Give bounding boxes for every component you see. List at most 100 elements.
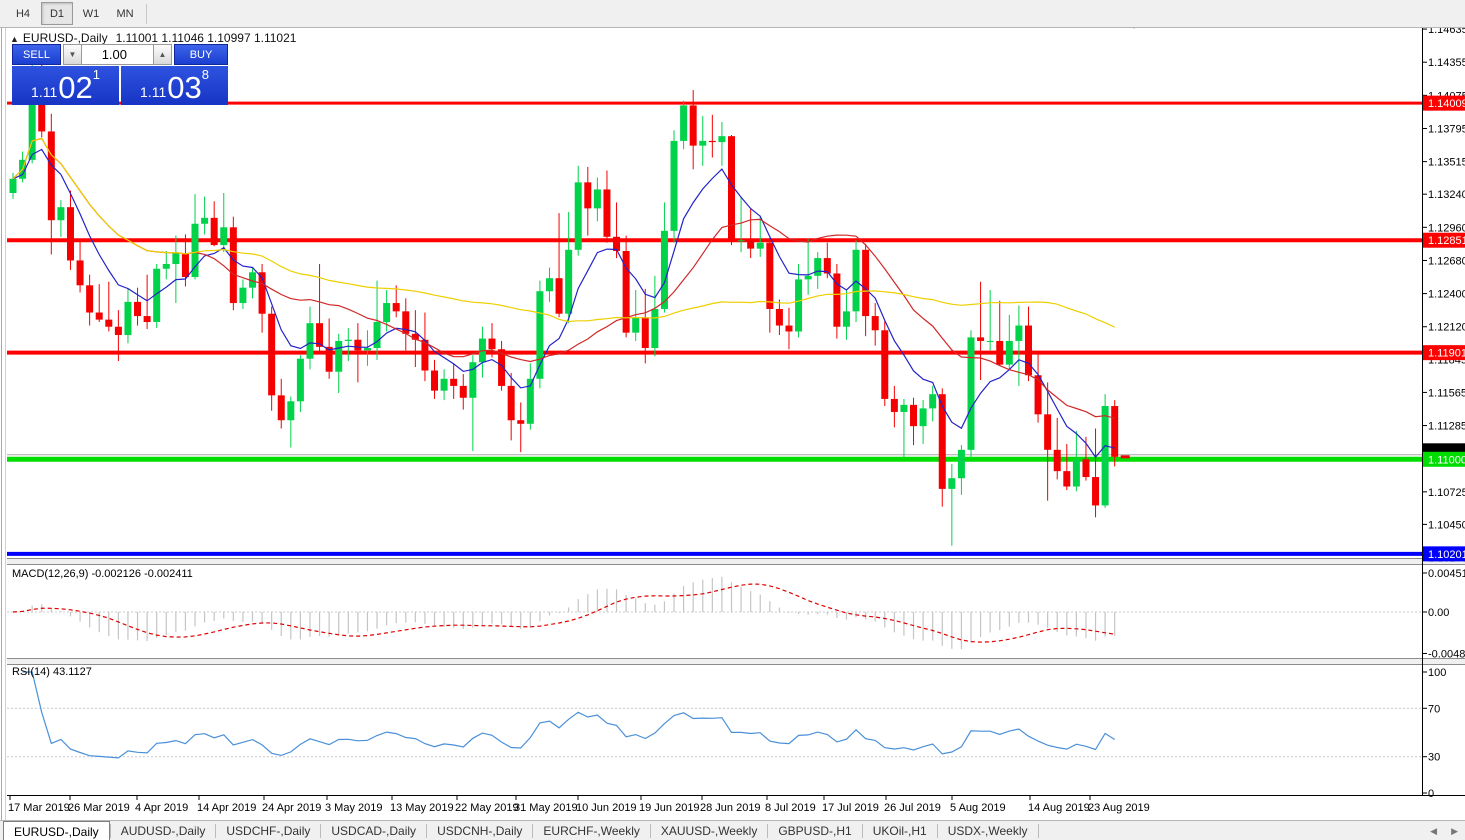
level-label-1.14009-text: 1.14009 [1428, 98, 1465, 110]
price-tick-label: 1.14355 [1428, 57, 1465, 69]
candle-body [57, 207, 65, 221]
sell-button[interactable]: SELL [12, 44, 61, 65]
candle-body [86, 285, 94, 313]
candle-body [220, 227, 228, 246]
candle-body [114, 326, 122, 336]
rsi-indicator-label: RSI(14) 43.1127 [12, 666, 92, 678]
candle-body [201, 217, 209, 224]
symbol-tab-usdchf[interactable]: USDCHF-,Daily [216, 821, 320, 840]
candle-body [383, 303, 391, 322]
buy-price-quote[interactable]: 1.11 03 8 [121, 66, 228, 105]
symbol-tab-gbpusd[interactable]: GBPUSD-,H1 [768, 821, 861, 840]
moving-average-55 [12, 137, 1115, 328]
buy-button[interactable]: BUY [174, 44, 228, 65]
candle-body [900, 404, 908, 412]
timeframe-button-w1[interactable]: W1 [75, 2, 107, 25]
candle-body [1053, 449, 1061, 472]
level-label-1.10201-text: 1.10201 [1428, 549, 1465, 561]
buy-price-main: 03 [167, 70, 202, 105]
volume-input[interactable]: 1.00 [82, 44, 153, 65]
tabs-scroll-right-button[interactable]: ▶ [1444, 826, 1465, 837]
chart-canvas[interactable]: 1.146351.143551.140751.137951.135151.132… [0, 0, 1465, 840]
price-tick-label: 1.12960 [1428, 222, 1465, 234]
candle-body [555, 278, 563, 314]
level-label-1.12851-text: 1.12851 [1428, 235, 1465, 247]
candle-body [488, 338, 496, 350]
price-tick-label: 1.13515 [1428, 157, 1465, 169]
price-tick-label: 1.13240 [1428, 189, 1465, 201]
candle-body [938, 394, 946, 489]
symbol-tab-audusd[interactable]: AUDUSD-,Daily [111, 821, 216, 840]
candle-body [804, 275, 812, 280]
candle-body [795, 279, 803, 332]
candle-body [143, 316, 151, 322]
symbol-tab-xauusd[interactable]: XAUUSD-,Weekly [651, 821, 767, 840]
level-label-1.11901-text: 1.11901 [1428, 348, 1465, 360]
candle-body [95, 312, 103, 320]
timeframe-button-h4[interactable]: H4 [7, 2, 39, 25]
candle-body [775, 308, 783, 326]
candle-body [229, 227, 237, 304]
symbol-tab-usdcad[interactable]: USDCAD-,Daily [321, 821, 426, 840]
candle-body [785, 325, 793, 332]
volume-increase-button[interactable]: ▲ [153, 44, 172, 65]
candle-body [766, 242, 774, 309]
rsi-tick-label: 100 [1428, 667, 1446, 679]
candle-body [277, 395, 285, 421]
candle-body [871, 316, 879, 331]
price-tick-label: 1.10450 [1428, 519, 1465, 531]
symbol-tab-usdx[interactable]: USDX-,Weekly [938, 821, 1038, 840]
candle-body [268, 313, 276, 396]
candle-body [1101, 406, 1109, 506]
candle-body [545, 278, 553, 292]
candle-body [632, 317, 640, 333]
collapse-arrow-icon[interactable]: ▲ [10, 34, 19, 44]
price-tick-label: 1.12680 [1428, 255, 1465, 267]
volume-decrease-button[interactable]: ▼ [63, 44, 82, 65]
level-label-1.11000-text: 1.11000 [1428, 454, 1465, 466]
symbol-tab-eurusd[interactable]: EURUSD-,Daily [3, 821, 110, 840]
candle-body [344, 339, 352, 341]
timeframe-button-mn[interactable]: MN [109, 2, 141, 25]
time-tick-label: 19 Jun 2019 [639, 802, 700, 814]
time-tick-label: 22 May 2019 [455, 802, 519, 814]
candle-body [459, 385, 467, 398]
macd-tick-label: 0.00 [1428, 607, 1449, 619]
price-tick-label: 1.10725 [1428, 487, 1465, 499]
candle-body [1092, 477, 1100, 506]
sell-price-quote[interactable]: 1.11 02 1 [12, 66, 119, 105]
candle-body [76, 260, 84, 286]
symbol-tab-eurchf[interactable]: EURCHF-,Weekly [533, 821, 649, 840]
candle-body [363, 348, 371, 351]
symbol-tab-ukoil[interactable]: UKOil-,H1 [863, 821, 937, 840]
candle-body [680, 105, 688, 141]
candle-body [890, 398, 898, 412]
sell-price-pip: 1 [92, 67, 100, 82]
candle-body [1034, 375, 1042, 415]
candle-body [1072, 459, 1080, 487]
symbol-tab-usdcnh[interactable]: USDCNH-,Daily [427, 821, 532, 840]
price-tick-label: 1.11285 [1428, 421, 1465, 433]
moving-average-20 [12, 137, 1115, 419]
time-tick-label: 13 May 2019 [390, 802, 454, 814]
timeframe-button-d1[interactable]: D1 [41, 2, 73, 25]
candle-body [756, 242, 764, 249]
candle-body [689, 105, 697, 146]
price-tick-label: 1.13795 [1428, 123, 1465, 135]
candle-body [507, 385, 515, 421]
candle-body [210, 217, 218, 246]
tabs-scroll-left-button[interactable]: ◀ [1423, 826, 1444, 837]
rsi-tick-label: 30 [1428, 752, 1440, 764]
candle-body [354, 339, 362, 351]
macd-indicator-label: MACD(12,26,9) -0.002126 -0.002411 [12, 568, 193, 580]
time-tick-label: 23 Aug 2019 [1088, 802, 1150, 814]
rsi-tick-label: 70 [1428, 703, 1440, 715]
candle-body [1015, 325, 1023, 341]
candle-body [814, 258, 822, 276]
candle-body [737, 240, 745, 242]
candle-body [287, 401, 295, 421]
candle-body [593, 189, 601, 209]
candle-body [986, 340, 994, 342]
time-tick-label: 24 Apr 2019 [262, 802, 321, 814]
candle-body [584, 182, 592, 209]
